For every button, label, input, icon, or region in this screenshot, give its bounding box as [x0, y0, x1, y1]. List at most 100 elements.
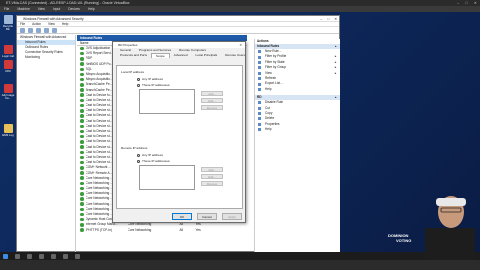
remote-remove-button[interactable]: Remove: [201, 181, 223, 186]
local-remove-button[interactable]: Remove: [201, 105, 223, 110]
menu-file[interactable]: File: [20, 22, 25, 26]
action-icon: [258, 87, 261, 91]
remote-these-ip-radio[interactable]: These IP addresses:: [137, 159, 170, 163]
local-any-ip-radio[interactable]: Any IP address: [137, 77, 163, 81]
ok-button[interactable]: OK: [172, 213, 192, 220]
close-icon[interactable]: ✕: [334, 16, 337, 22]
start-icon[interactable]: [3, 253, 8, 259]
action-label: Filter by Profile: [265, 54, 287, 59]
enabled-check-icon: [80, 72, 84, 77]
rule-name: IPHTTPS (TCP-In): [85, 227, 113, 232]
radio-label: Any IP address: [142, 77, 163, 81]
local-ip-listbox[interactable]: [139, 89, 195, 114]
action-item[interactable]: Help: [255, 127, 340, 132]
forward-icon[interactable]: [28, 28, 33, 33]
tab[interactable]: Protocols and Ports: [116, 53, 151, 58]
file-explorer-icon[interactable]: [39, 253, 44, 259]
enabled-check-icon: [80, 145, 84, 149]
enabled-check-icon: [80, 114, 84, 118]
action-icon: [258, 71, 261, 75]
enabled-check-icon: [80, 98, 84, 103]
enabled-check-icon: [80, 51, 84, 56]
local-these-ip-radio[interactable]: These IP addresses:: [137, 83, 170, 87]
help-icon[interactable]: [52, 28, 57, 33]
action-icon: [258, 55, 261, 59]
enabled-check-icon: [80, 88, 84, 92]
action-label: Properties: [265, 121, 280, 126]
action-label: Copy: [265, 110, 273, 115]
enabled-check-icon: [80, 124, 84, 129]
enabled-check-icon: [80, 207, 84, 212]
up-icon[interactable]: [36, 28, 41, 33]
firewall-app-icon[interactable]: [75, 253, 80, 259]
tab[interactable]: Remote Users: [221, 53, 249, 58]
action-icon: [258, 117, 261, 121]
presenter-video: [425, 196, 475, 260]
action-icon: [258, 50, 261, 54]
actions-pane: Actions Inbound Rules New Rule...Filter …: [254, 39, 340, 252]
task-view-icon[interactable]: [27, 253, 32, 259]
action-icon: [258, 106, 261, 110]
local-add-button[interactable]: Add...: [201, 91, 223, 96]
dialog-close-icon[interactable]: ✕: [239, 42, 242, 48]
radio-label: These IP addresses:: [142, 83, 171, 87]
table-row[interactable]: IPHTTPS (TCP-In) Core Networking All Yes: [77, 228, 247, 233]
action-label: Help: [265, 127, 272, 132]
enabled-check-icon: [80, 119, 84, 123]
ems-log-icon[interactable]: EMS Log: [1, 124, 15, 137]
enabled-check-icon: [80, 166, 84, 170]
action-label: Filter by Group: [265, 65, 287, 70]
remote-add-button[interactable]: Add...: [201, 167, 223, 172]
remote-any-ip-radio[interactable]: Any IP address: [137, 153, 163, 157]
action-label: Delete: [265, 116, 275, 121]
cancel-button[interactable]: Cancel: [197, 213, 217, 220]
adj-image-icon[interactable]: Adj Image Ca...: [1, 84, 15, 100]
radio-label: Any IP address: [142, 153, 163, 157]
radio-selected-icon[interactable]: [137, 153, 140, 157]
window-title-bar: Windows Firewall with Advanced Security …: [17, 16, 339, 22]
back-icon[interactable]: [20, 28, 25, 33]
tab[interactable]: Advanced: [170, 53, 192, 58]
action-icon: [258, 82, 261, 86]
logic-cal-icon[interactable]: Logic Cal: [1, 45, 15, 58]
tree-item[interactable]: Monitoring: [17, 55, 75, 60]
action-item[interactable]: Help: [255, 87, 340, 92]
action-label: New Rule...: [265, 49, 282, 53]
menu-view[interactable]: View: [48, 22, 55, 26]
dominion-logo: DOMINION VOTING: [388, 233, 412, 243]
remote-ip-listbox[interactable]: [139, 165, 195, 190]
server-manager-icon[interactable]: [51, 253, 56, 259]
enabled-check-icon: [80, 212, 84, 217]
enabled-check-icon: [80, 160, 84, 165]
menu-action[interactable]: Action: [32, 22, 41, 26]
apply-button[interactable]: Apply: [222, 213, 242, 220]
menu-help[interactable]: Help: [62, 22, 69, 26]
enabled-check-icon: [80, 155, 84, 160]
enabled-check-icon: [80, 150, 84, 155]
logo-line-2: VOTING: [396, 237, 412, 243]
tab[interactable]: Scope: [151, 53, 170, 58]
remote-edit-button[interactable]: Edit...: [201, 174, 223, 179]
desktop-icon-label: Recycle Bin: [3, 24, 13, 31]
console-tree: Windows Firewall with Advanced Inbound Ru…: [17, 35, 76, 252]
window-title: Windows Firewall with Advanced Security: [23, 17, 84, 21]
show-hide-tree-icon[interactable]: [44, 28, 49, 33]
desktop-icon-label: Adj Image Ca...: [1, 93, 15, 100]
minimize-icon[interactable]: –: [320, 16, 322, 22]
recycle-bin-icon[interactable]: Recycle Bin: [1, 15, 15, 31]
radio-selected-icon[interactable]: [137, 77, 140, 81]
dim-icon[interactable]: DIM: [1, 60, 15, 73]
rule-group: Core Networking: [127, 227, 152, 232]
dialog-title: RD Properties: [118, 43, 138, 47]
search-icon[interactable]: [15, 253, 20, 259]
enabled-check-icon: [80, 217, 84, 222]
radio-unselected-icon[interactable]: [137, 159, 140, 163]
tabs-row-2: Protocols and Ports Scope Advanced Local Pr…: [113, 53, 245, 58]
maximize-icon[interactable]: □: [327, 16, 329, 22]
desktop-icon-label: DIM: [5, 69, 11, 73]
powershell-icon[interactable]: [63, 253, 68, 259]
radio-unselected-icon[interactable]: [137, 83, 140, 87]
action-label: Refresh: [265, 75, 277, 80]
local-edit-button[interactable]: Edit...: [201, 98, 223, 103]
tab[interactable]: Local Principals: [192, 53, 222, 58]
